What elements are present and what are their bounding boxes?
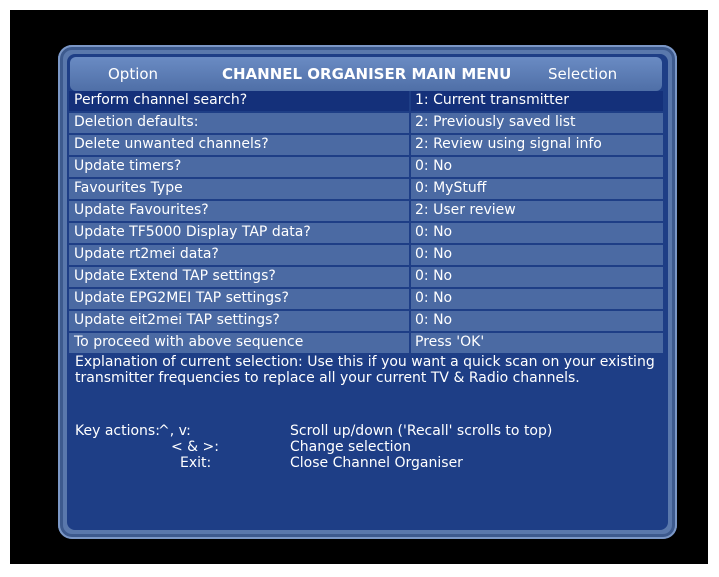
- column-divider: [409, 201, 411, 221]
- option-row[interactable]: Deletion defaults: 2: Previously saved li…: [69, 113, 663, 133]
- option-value[interactable]: 0: No: [415, 312, 452, 328]
- key-scroll-action: Scroll up/down ('Recall' scrolls to top): [290, 423, 553, 439]
- option-row[interactable]: Delete unwanted channels? 2: Review using…: [69, 135, 663, 155]
- menu-panel: Option CHANNEL ORGANISER MAIN MENU Selec…: [58, 45, 677, 539]
- column-divider: [409, 135, 411, 155]
- option-label: Deletion defaults:: [74, 114, 199, 130]
- option-label: Update Favourites?: [74, 202, 209, 218]
- option-row[interactable]: Update eit2mei TAP settings? 0: No: [69, 311, 663, 331]
- header-option-label: Option: [108, 65, 159, 83]
- option-value[interactable]: 2: Review using signal info: [415, 136, 602, 152]
- option-value[interactable]: 0: No: [415, 246, 452, 262]
- column-divider: [409, 223, 411, 243]
- header-selection-label: Selection: [548, 65, 618, 83]
- column-divider: [409, 113, 411, 133]
- option-list: Perform channel search? 1: Current transm…: [69, 91, 663, 355]
- option-label: Update TF5000 Display TAP data?: [74, 224, 311, 240]
- option-row[interactable]: Update timers? 0: No: [69, 157, 663, 177]
- option-row[interactable]: Update EPG2MEI TAP settings? 0: No: [69, 289, 663, 309]
- column-divider: [409, 311, 411, 331]
- column-divider: [409, 333, 411, 353]
- explanation-text: Explanation of current selection: Use th…: [75, 354, 655, 386]
- option-label: Update EPG2MEI TAP settings?: [74, 290, 289, 306]
- key-scroll: ^, v:: [158, 423, 191, 439]
- option-value[interactable]: 0: No: [415, 290, 452, 306]
- option-row[interactable]: Update Extend TAP settings? 0: No: [69, 267, 663, 287]
- option-label: Perform channel search?: [74, 92, 248, 108]
- option-value[interactable]: 1: Current transmitter: [415, 92, 569, 108]
- option-row[interactable]: Update Favourites? 2: User review: [69, 201, 663, 221]
- option-row[interactable]: Perform channel search? 1: Current transm…: [69, 91, 663, 111]
- column-divider: [409, 267, 411, 287]
- option-label: Update rt2mei data?: [74, 246, 219, 262]
- column-divider: [409, 157, 411, 177]
- option-row[interactable]: Favourites Type 0: MyStuff: [69, 179, 663, 199]
- option-value[interactable]: 2: User review: [415, 202, 516, 218]
- option-value[interactable]: 2: Previously saved list: [415, 114, 576, 130]
- option-label: Update eit2mei TAP settings?: [74, 312, 280, 328]
- key-exit: Exit:: [180, 455, 212, 471]
- option-value[interactable]: 0: MyStuff: [415, 180, 486, 196]
- key-change: < & >:: [171, 439, 219, 455]
- option-label: Update Extend TAP settings?: [74, 268, 276, 284]
- menu-title: CHANNEL ORGANISER MAIN MENU: [222, 65, 512, 83]
- option-value[interactable]: 0: No: [415, 224, 452, 240]
- column-divider: [409, 245, 411, 265]
- column-divider: [409, 91, 411, 111]
- option-label: Update timers?: [74, 158, 182, 174]
- option-label: Delete unwanted channels?: [74, 136, 269, 152]
- option-value[interactable]: Press 'OK': [415, 334, 484, 350]
- option-label: Favourites Type: [74, 180, 183, 196]
- column-divider: [409, 289, 411, 309]
- key-actions-title: Key actions:: [75, 423, 160, 439]
- option-value[interactable]: 0: No: [415, 268, 452, 284]
- key-change-action: Change selection: [290, 439, 411, 455]
- option-label: To proceed with above sequence: [74, 334, 304, 350]
- column-divider: [409, 179, 411, 199]
- option-row[interactable]: Update TF5000 Display TAP data? 0: No: [69, 223, 663, 243]
- tv-screen: Option CHANNEL ORGANISER MAIN MENU Selec…: [10, 10, 708, 564]
- option-value[interactable]: 0: No: [415, 158, 452, 174]
- menu-header: Option CHANNEL ORGANISER MAIN MENU Selec…: [70, 57, 662, 91]
- option-row[interactable]: Update rt2mei data? 0: No: [69, 245, 663, 265]
- key-exit-action: Close Channel Organiser: [290, 455, 463, 471]
- menu-inner: Option CHANNEL ORGANISER MAIN MENU Selec…: [67, 54, 668, 530]
- option-row[interactable]: To proceed with above sequence Press 'OK': [69, 333, 663, 353]
